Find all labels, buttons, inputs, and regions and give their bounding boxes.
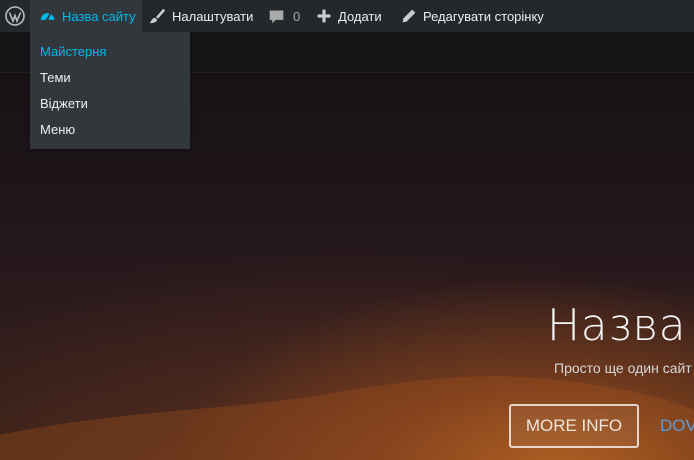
new-label: Додати xyxy=(338,8,382,24)
menu-item-menus[interactable]: Меню xyxy=(40,120,75,140)
menu-item-widgets[interactable]: Віджети xyxy=(40,94,88,114)
comments-count: 0 xyxy=(293,8,301,24)
site-name-menu[interactable]: Назва сайту xyxy=(30,0,142,32)
site-name-label: Назва сайту xyxy=(62,8,136,24)
edit-page-label: Редагувати сторінку xyxy=(423,8,544,24)
hero-title: Назва с xyxy=(547,300,694,351)
dashboard-icon xyxy=(40,12,55,20)
wordpress-icon xyxy=(5,6,25,26)
download-button[interactable]: DOV xyxy=(660,404,694,448)
new-content-menu[interactable]: Додати xyxy=(316,0,382,32)
menu-item-dashboard[interactable]: Майстерня xyxy=(40,42,106,62)
brush-icon xyxy=(149,8,166,24)
customize-label: Налаштувати xyxy=(172,8,254,24)
hero-subtitle: Просто ще один сайт xyxy=(554,360,692,376)
more-info-button[interactable]: MORE INFO xyxy=(509,404,639,448)
admin-bar: Назва сайту Налаштувати 0 Додати Редагув… xyxy=(0,0,694,32)
menu-item-themes[interactable]: Теми xyxy=(40,68,71,88)
wordpress-menu[interactable] xyxy=(0,0,30,32)
plus-icon xyxy=(317,9,331,23)
comment-icon xyxy=(269,10,284,23)
customize-link[interactable]: Налаштувати xyxy=(148,0,253,32)
edit-page-link[interactable]: Редагувати сторінку xyxy=(401,0,544,32)
pencil-icon xyxy=(402,9,416,23)
comments-link[interactable]: 0 xyxy=(268,0,300,32)
site-name-dropdown: Майстерня Теми Віджети Меню xyxy=(30,32,190,149)
